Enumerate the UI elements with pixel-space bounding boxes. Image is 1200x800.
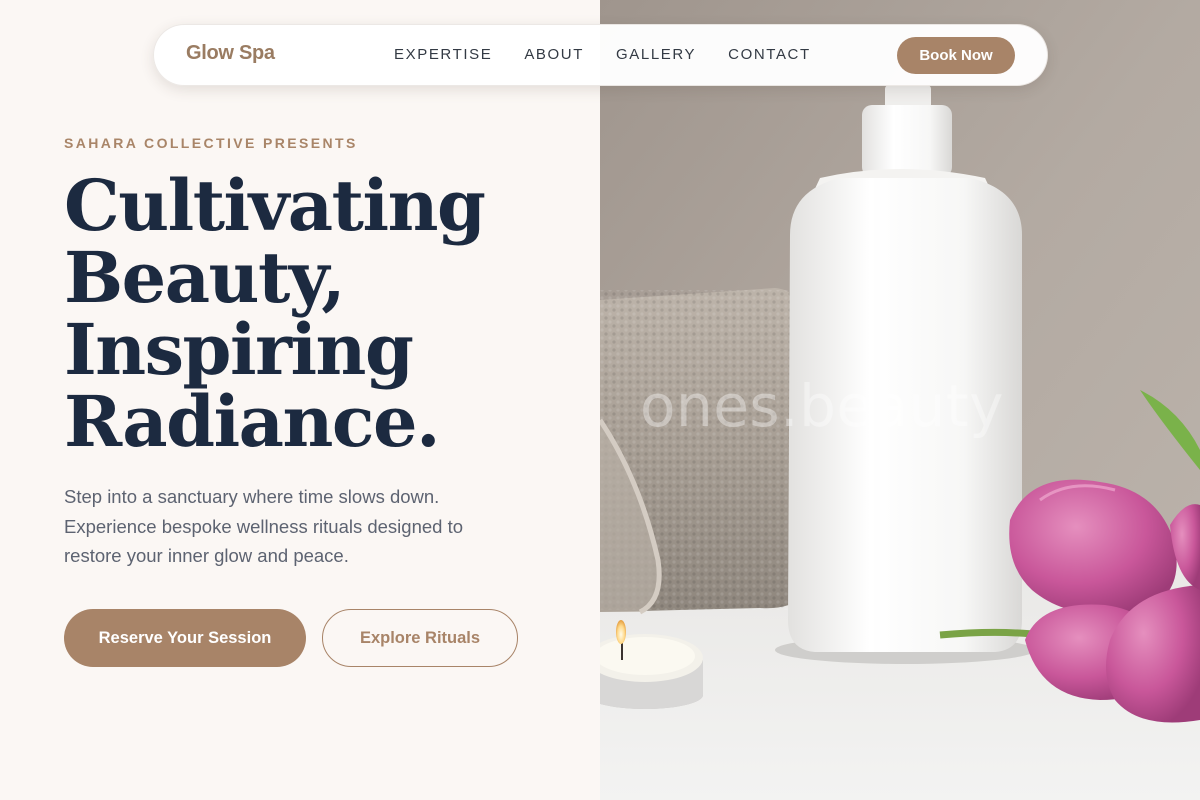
nav-link-expertise[interactable]: EXPERTISE — [394, 46, 492, 63]
nav-link-contact[interactable]: CONTACT — [728, 46, 811, 63]
headline-line: Beauty, — [64, 236, 346, 319]
top-navigation: Glow Spa EXPERTISE ABOUT GALLERY CONTACT… — [153, 24, 1048, 86]
nav-link-gallery[interactable]: GALLERY — [616, 46, 696, 63]
lead-line: Experience bespoke wellness rituals desi… — [64, 515, 464, 537]
hero-eyebrow: SAHARA COLLECTIVE PRESENTS — [64, 135, 358, 151]
explore-rituals-button[interactable]: Explore Rituals — [322, 609, 518, 667]
nav-link-about[interactable]: ABOUT — [524, 46, 584, 63]
headline-line: Inspiring — [64, 308, 414, 391]
spa-still-life-image — [600, 0, 1200, 800]
nav-links: EXPERTISE ABOUT GALLERY CONTACT — [394, 46, 843, 63]
hero-lead: Step into a sanctuary where time slows d… — [64, 482, 504, 571]
hero-panel: SAHARA COLLECTIVE PRESENTS Cultivating B… — [0, 0, 600, 800]
reserve-session-button[interactable]: Reserve Your Session — [64, 609, 306, 667]
book-now-button[interactable]: Book Now — [897, 37, 1015, 74]
towel-shape — [600, 288, 805, 615]
lead-line: restore your inner glow and peace. — [64, 545, 349, 566]
brand-logo[interactable]: Glow Spa — [186, 42, 275, 65]
headline-line: Radiance. — [64, 380, 440, 463]
headline-line: Cultivating — [64, 164, 486, 247]
lead-line: Step into a sanctuary where time slows d… — [64, 486, 440, 507]
hero-headline: Cultivating Beauty, Inspiring Radiance. — [64, 170, 584, 458]
hero-photo — [600, 0, 1200, 800]
